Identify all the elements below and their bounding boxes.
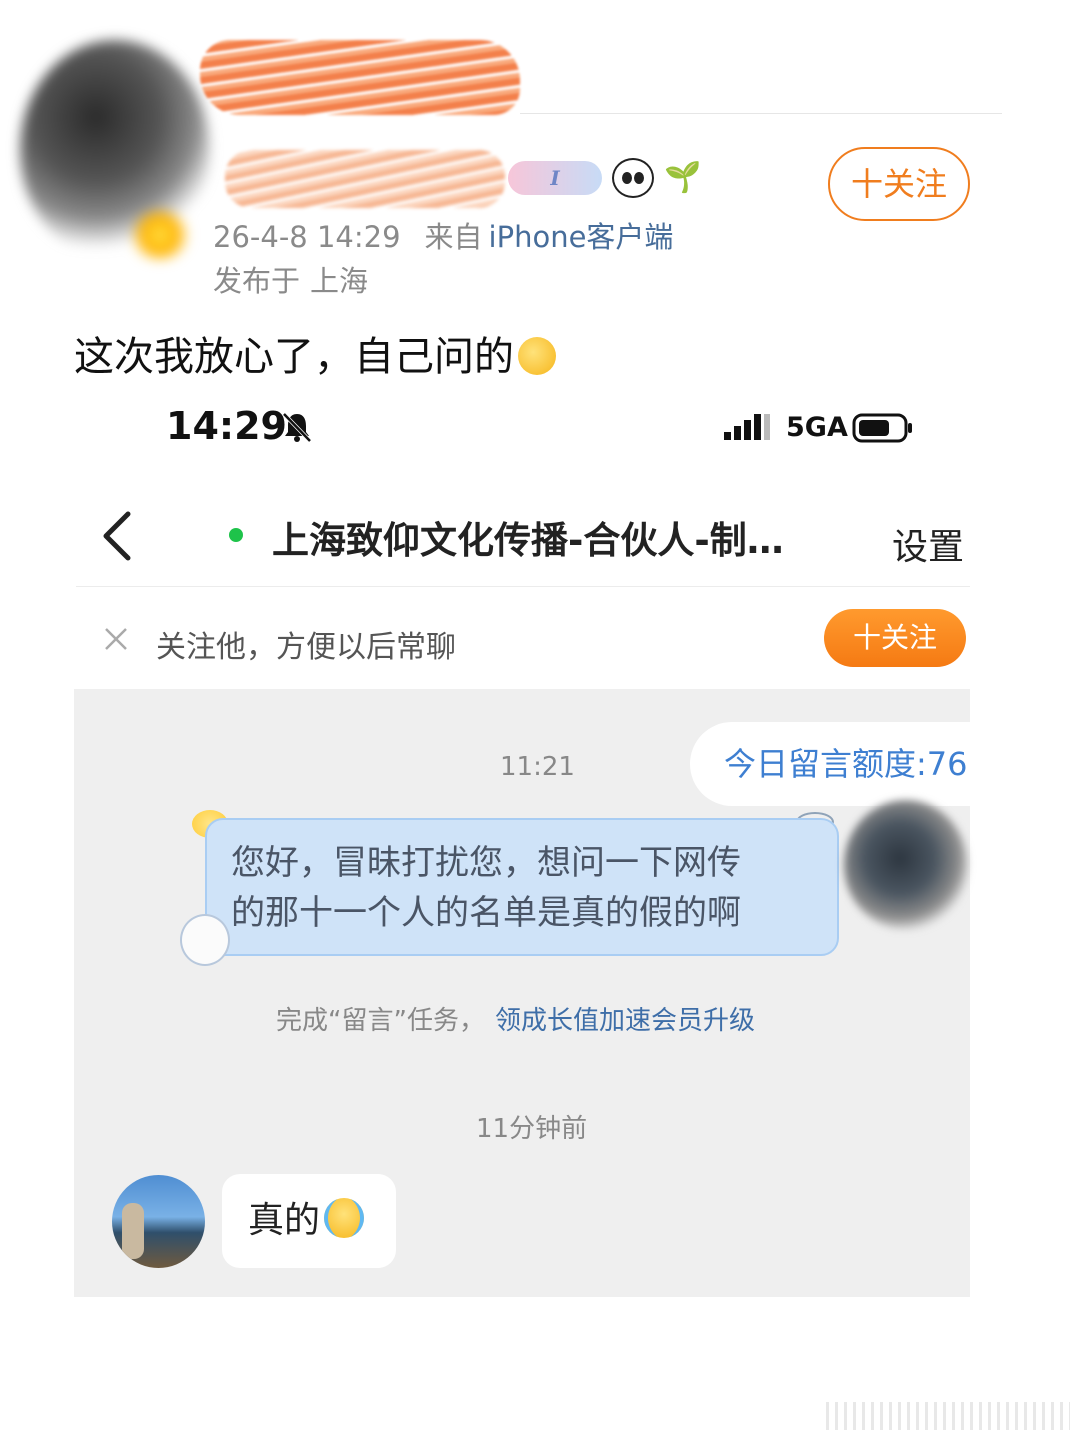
panda-icon (612, 158, 654, 198)
chat-follow-button[interactable]: 十关注 (824, 609, 966, 667)
location-value: 上海 (310, 264, 369, 298)
source-app-link[interactable]: iPhone客户端 (489, 220, 674, 254)
received-message-bubble[interactable]: 真的 (222, 1174, 396, 1268)
watermark (826, 1402, 1070, 1430)
bunny-sticker-icon (180, 914, 230, 966)
battery-icon (852, 413, 912, 443)
settings-button[interactable]: 设置 (892, 518, 964, 570)
header-divider (520, 113, 1002, 114)
sprout-icon: 🌱 (664, 160, 702, 195)
redacted-username (200, 40, 520, 115)
chat-header-divider (76, 586, 970, 587)
sent-message-bubble[interactable]: 您好，冒昧打扰您，想问一下网传 的那十一个人的名单是真的假的啊 (205, 818, 839, 956)
crying-emoji-icon (324, 1198, 365, 1238)
task-tip: 完成“留言”任务， 领成长值加速会员升级 (276, 1000, 755, 1037)
task-link[interactable]: 领成长值加速会员升级 (495, 1006, 755, 1036)
post-text: 这次我放心了，自己问的 (74, 334, 514, 380)
message-timestamp: 11分钟前 (476, 1114, 588, 1144)
back-arrow-icon[interactable] (98, 510, 138, 562)
member-badge: I (508, 161, 602, 195)
post-location: 发布于 上海 (213, 258, 368, 300)
redacted-user-title (225, 150, 505, 208)
sent-message-line: 您好，冒昧打扰您，想问一下网传 (231, 843, 741, 883)
sent-message-line: 的那十一个人的名单是真的假的啊 (231, 893, 741, 933)
follow-button[interactable]: 十关注 (828, 147, 970, 221)
received-message-text: 真的 (248, 1200, 321, 1241)
message-quota-badge[interactable]: 今日留言额度:76 (690, 722, 980, 806)
post-body: 这次我放心了，自己问的 (74, 324, 556, 382)
close-icon[interactable] (103, 626, 129, 652)
online-status-dot (229, 528, 243, 542)
contact-avatar[interactable] (112, 1175, 205, 1268)
post-date: 26-4-8 14:29 (213, 220, 401, 254)
chat-title: 上海致仰文化传播-合伙人-制… (272, 519, 784, 562)
location-label: 发布于 (213, 264, 301, 298)
task-tip-text: 完成“留言”任务， (276, 1006, 485, 1036)
poster-avatar[interactable] (20, 40, 210, 260)
network-type: 5GA (786, 412, 848, 443)
post-meta: 26-4-8 14:29 来自 iPhone客户端 (213, 214, 673, 256)
thinking-emoji-icon (518, 337, 556, 375)
source-label: 来自 (424, 220, 483, 254)
muted-bell-icon (282, 412, 312, 443)
signal-icon (724, 414, 770, 440)
follow-tip-text: 关注他，方便以后常聊 (156, 630, 456, 665)
self-avatar[interactable] (844, 800, 968, 930)
status-bar-time: 14:29 (166, 404, 287, 448)
message-timestamp: 11:21 (500, 752, 575, 782)
